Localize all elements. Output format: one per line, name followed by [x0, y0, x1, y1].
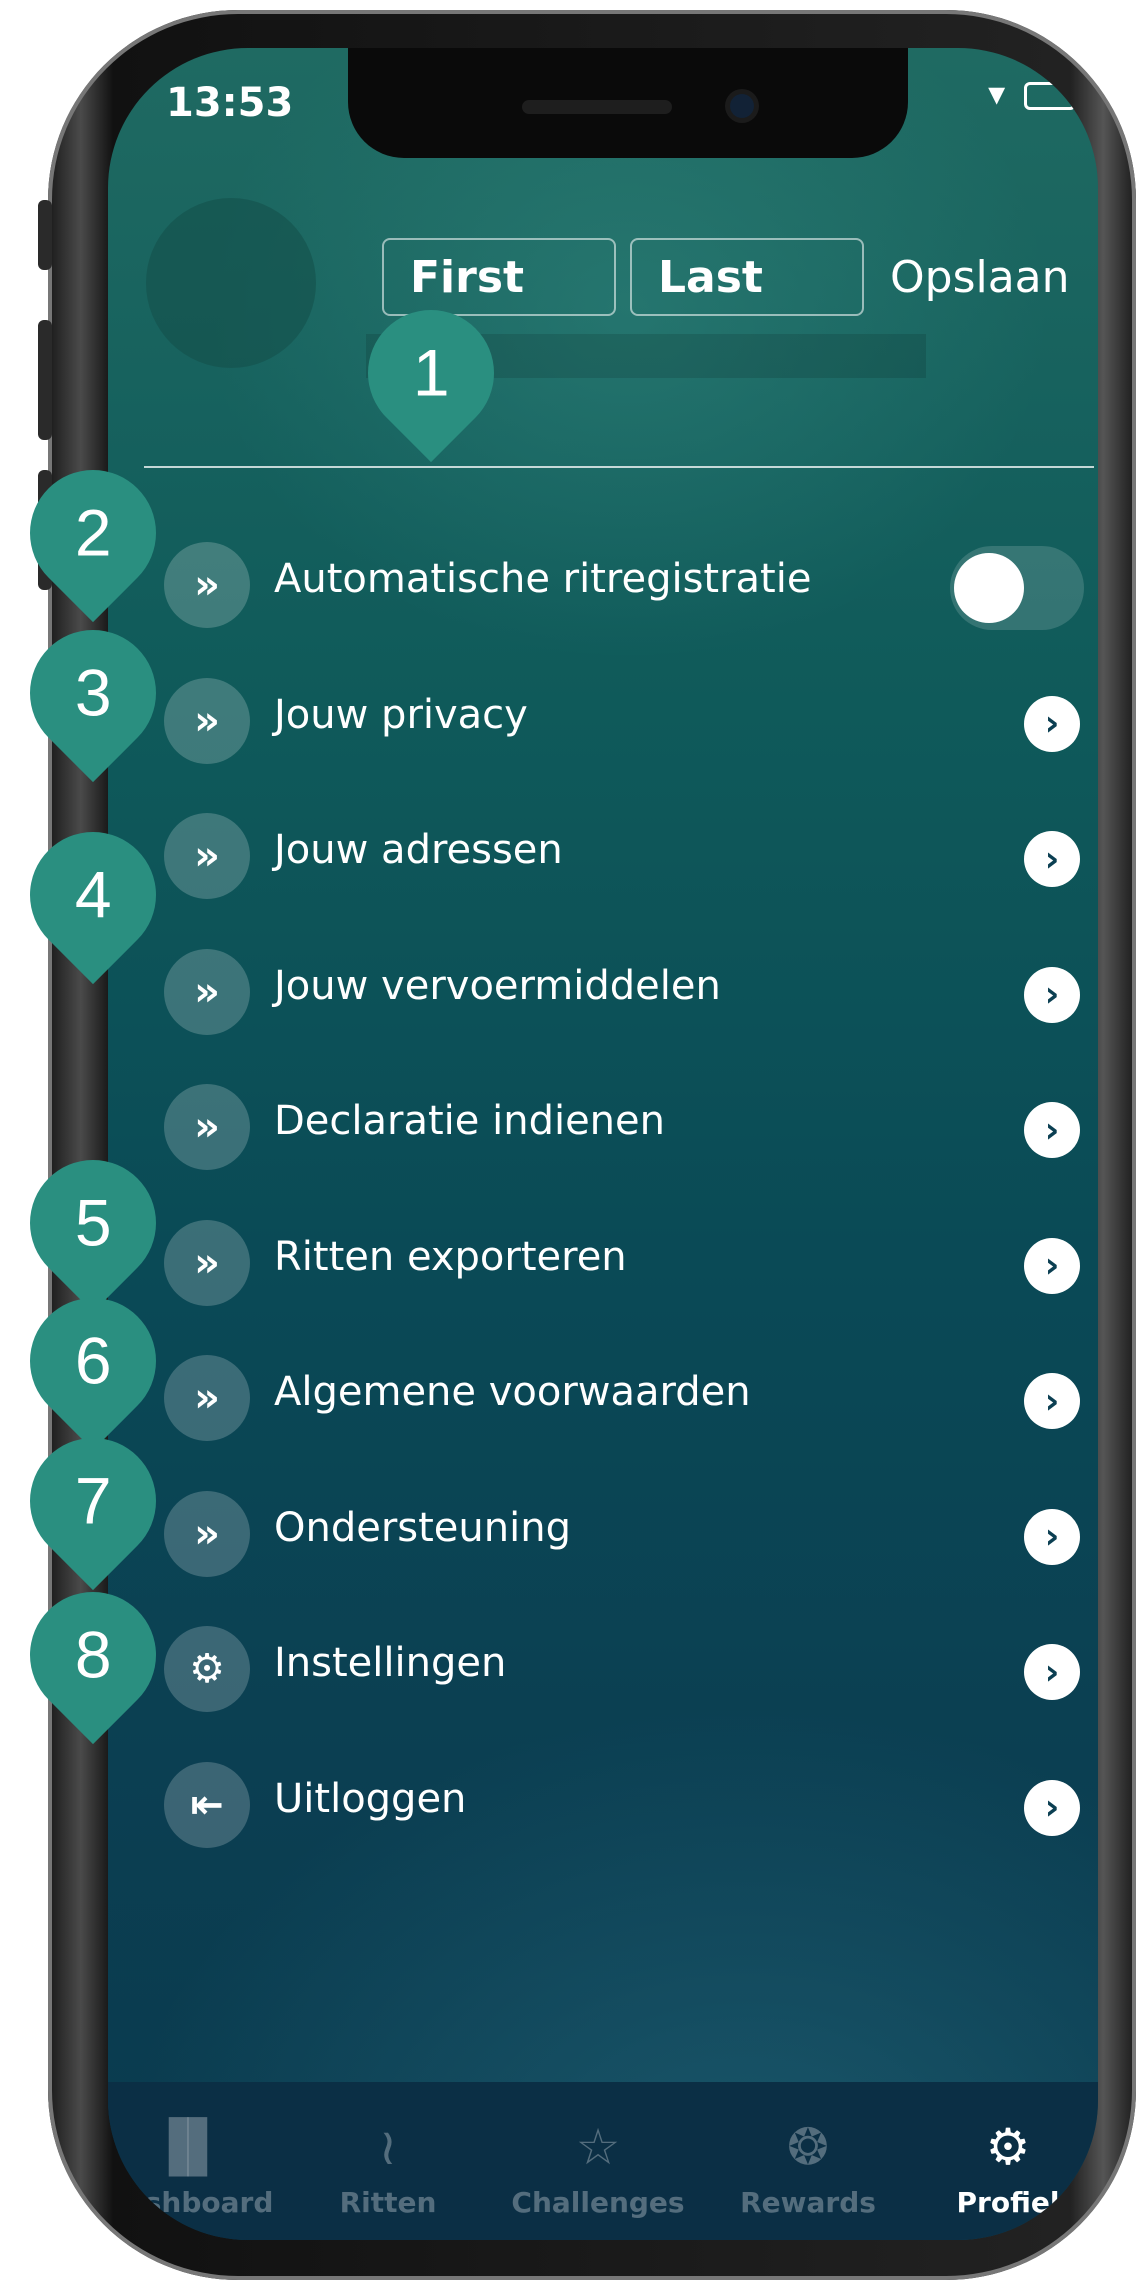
save-button[interactable]: Opslaan — [890, 252, 1070, 303]
chevron-right-icon[interactable]: › — [1024, 1644, 1080, 1700]
menu-item-label: Automatische ritregistratie — [274, 556, 812, 602]
chevrons-right-icon: » — [164, 1219, 250, 1306]
menu-item[interactable]: » Jouw vervoermiddelen › — [164, 945, 1084, 1035]
chevron-right-icon[interactable]: › — [1024, 1508, 1080, 1565]
tab-rewards[interactable]: ❂ Rewards — [718, 2082, 898, 2240]
menu-item-label: Ritten exporteren — [274, 1233, 627, 1280]
tab-ritten[interactable]: ≀ Ritten — [308, 2082, 468, 2240]
volume-up-button — [38, 320, 52, 440]
menu-item[interactable]: » Declaratie indienen › — [164, 1080, 1084, 1170]
menu-item-label: Jouw privacy — [274, 691, 528, 738]
auto-tracking-toggle[interactable] — [950, 546, 1084, 630]
chevrons-right-icon: » — [164, 1490, 250, 1577]
chevrons-right-icon: » — [164, 1355, 250, 1441]
trophy-icon: ☆ — [575, 2118, 621, 2176]
annotation-number: 8 — [74, 1618, 112, 1692]
mute-switch — [38, 200, 52, 270]
annotation-number: 1 — [412, 336, 450, 410]
divider — [144, 466, 1094, 468]
tab-profiel[interactable]: ⚙ Profiel — [928, 2082, 1088, 2240]
menu-item[interactable]: » Ondersteuning › — [164, 1487, 1084, 1577]
front-camera — [730, 94, 754, 118]
toggle-knob — [954, 553, 1024, 623]
status-icons: ▾ — [988, 74, 1076, 114]
annotation-number: 2 — [74, 496, 112, 570]
menu-item-label: Uitloggen — [274, 1775, 467, 1822]
chevrons-right-icon: » — [164, 677, 250, 764]
annotation-number: 5 — [74, 1186, 112, 1260]
chevron-right-icon[interactable]: › — [1024, 1373, 1080, 1429]
chevron-right-icon[interactable]: › — [1024, 1102, 1080, 1158]
menu-item[interactable]: » Algemene voorwaarden › — [164, 1351, 1084, 1441]
notch — [348, 48, 908, 158]
menu-item-label: Declaratie indienen — [274, 1098, 665, 1144]
first-name-input[interactable] — [382, 238, 616, 316]
menu-item-label: Jouw vervoermiddelen — [274, 962, 721, 1009]
tab-label: Rewards — [740, 2186, 876, 2219]
menu-item-label: Ondersteuning — [274, 1504, 571, 1551]
chevrons-right-icon: » — [164, 1084, 250, 1170]
tab-label: Profiel — [956, 2186, 1060, 2219]
menu-item-label: Instellingen — [274, 1640, 507, 1686]
chevrons-right-icon: » — [164, 813, 250, 899]
wifi-icon: ▾ — [988, 74, 1006, 114]
speaker — [522, 100, 672, 114]
chevrons-right-icon: » — [164, 948, 250, 1035]
annotation-number: 7 — [74, 1464, 112, 1538]
chevrons-right-icon: » — [164, 542, 250, 628]
tab-bar: ▐▌ Dashboard ≀ Ritten ☆ Challenges ❂ Rew… — [108, 2082, 1098, 2240]
menu-item-label: Jouw adressen — [274, 827, 563, 873]
menu-item-label: Algemene voorwaarden — [274, 1369, 751, 1415]
medal-icon: ❂ — [787, 2118, 829, 2176]
status-time: 13:53 — [166, 80, 294, 126]
annotation-number: 3 — [74, 656, 112, 730]
menu-item[interactable]: ⇤ Uitloggen › — [164, 1758, 1084, 1848]
battery-icon — [1024, 81, 1076, 110]
last-name-input[interactable] — [630, 238, 864, 316]
tab-dashboard[interactable]: ▐▌ Dashboard — [108, 2082, 288, 2240]
tab-label: Ritten — [339, 2186, 437, 2219]
menu-item[interactable]: » Jouw privacy › — [164, 674, 1084, 764]
menu-item[interactable]: » Jouw adressen › — [164, 809, 1084, 899]
chevron-right-icon[interactable]: › — [1024, 966, 1080, 1023]
logout-icon: ⇤ — [164, 1761, 250, 1848]
tab-label: Dashboard — [108, 2186, 274, 2219]
footsteps-icon: ▐▌ — [149, 2118, 227, 2176]
chevron-right-icon[interactable]: › — [1024, 1237, 1080, 1294]
chevron-right-icon[interactable]: › — [1024, 831, 1080, 887]
menu-item[interactable]: ⚙ Instellingen › — [164, 1622, 1084, 1712]
chevron-right-icon[interactable]: › — [1024, 1779, 1080, 1836]
tab-label: Challenges — [511, 2186, 685, 2219]
app-screen: 13:53 ▾ Opslaan » Automatische ritregistr… — [108, 48, 1098, 2240]
tab-challenges[interactable]: ☆ Challenges — [498, 2082, 698, 2240]
avatar[interactable] — [146, 198, 316, 368]
menu-item[interactable]: » Automatische ritregistratie — [164, 538, 1084, 630]
chevron-right-icon[interactable]: › — [1024, 695, 1080, 752]
route-icon: ≀ — [378, 2118, 398, 2176]
menu-item[interactable]: » Ritten exporteren › — [164, 1216, 1084, 1306]
gears-icon: ⚙ — [985, 2118, 1031, 2176]
gear-icon: ⚙ — [164, 1626, 250, 1712]
annotation-number: 6 — [74, 1324, 112, 1398]
annotation-number: 4 — [74, 858, 112, 932]
